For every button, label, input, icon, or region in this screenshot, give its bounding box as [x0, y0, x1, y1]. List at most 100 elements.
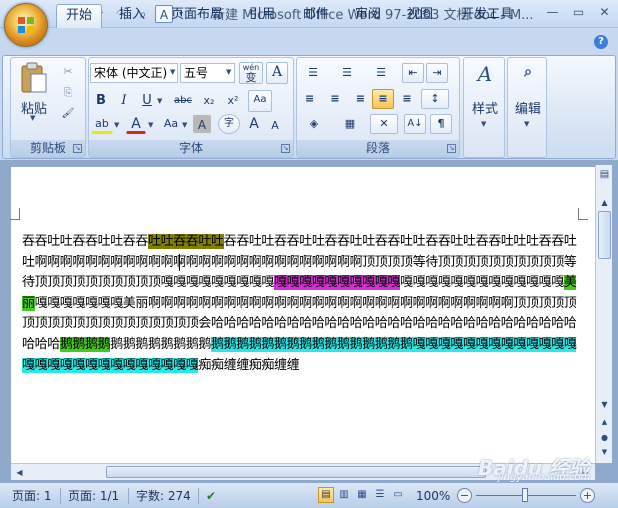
character-border-button[interactable]: A — [266, 62, 288, 84]
font-color-dropdown-icon[interactable]: ▼ — [148, 121, 153, 129]
bold-button[interactable]: B — [91, 91, 111, 111]
scroll-left-icon[interactable]: ◀ — [12, 465, 27, 480]
font-name-value: 宋体 (中文正) — [94, 66, 168, 80]
office-button[interactable] — [4, 3, 48, 47]
change-case-button[interactable]: Aa — [158, 114, 184, 134]
print-layout-view-icon[interactable]: ▤ — [318, 487, 334, 503]
strikethrough-button[interactable]: abc — [170, 91, 196, 111]
previous-page-icon[interactable]: ▲ — [597, 415, 612, 430]
highlighted-text-green[interactable]: 鹅鹅鹅鹅 — [59, 336, 111, 352]
shrink-font-button[interactable]: A — [266, 116, 284, 136]
align-center-button[interactable]: ≡ — [324, 89, 346, 109]
tab-review[interactable]: 审阅 — [346, 4, 390, 28]
body-text-run[interactable]: 嘎嘎嘎嘎嘎嘎嘎嘎嘎嘎嘎嘎嘎 — [400, 275, 564, 290]
borders-button[interactable]: ▦ — [336, 114, 364, 134]
ribbon-tabs — [0, 28, 618, 56]
horizontal-scroll-thumb[interactable] — [106, 466, 486, 478]
tab-view[interactable]: 视图 — [398, 4, 442, 28]
tab-mailings[interactable]: 邮件 — [294, 4, 338, 28]
font-name-combo[interactable]: 宋体 (中文正) — [90, 63, 178, 83]
status-page[interactable]: 页面: 1 — [12, 487, 52, 505]
draft-view-icon[interactable]: ▭ — [390, 487, 406, 503]
copy-icon[interactable]: ⎘ — [58, 83, 78, 103]
shading-button[interactable]: ◈ — [300, 114, 328, 134]
scroll-down-icon[interactable]: ▼ — [597, 397, 612, 412]
font-group-label: 字体 — [89, 140, 293, 157]
tab-home[interactable]: 开始 — [56, 4, 102, 28]
increase-indent-button[interactable]: ⇥ — [426, 63, 448, 83]
phonetic-guide-button[interactable]: wén 变 — [239, 62, 263, 84]
status-pages[interactable]: 页面: 1/1 — [68, 487, 119, 505]
clipboard-launcher-icon[interactable]: ↘ — [73, 144, 82, 153]
font-color-button[interactable]: A — [126, 114, 146, 134]
justify-button[interactable]: ≡ — [372, 89, 394, 109]
close-button[interactable]: ✕ — [592, 2, 617, 22]
superscript-button[interactable]: x² — [222, 91, 244, 111]
numbering-button[interactable]: ☰ — [334, 63, 360, 83]
body-text-run[interactable]: 鹅鹅鹅鹅鹅鹅鹅鹅 — [110, 337, 211, 352]
vertical-scrollbar[interactable]: ▤ ▲ ▼ ▲ ● ▼ — [595, 165, 612, 463]
styles-group[interactable]: A 样式 ▼ — [463, 57, 505, 158]
vertical-scroll-thumb[interactable] — [598, 211, 611, 259]
italic-button[interactable]: I — [114, 91, 134, 111]
paragraph-group-label: 段落 — [297, 140, 459, 157]
highlighted-text-olive[interactable]: 吐吐吞吞吐吐 — [148, 234, 224, 249]
status-word-count[interactable]: 字数: 274 — [136, 487, 191, 505]
body-text-run[interactable]: 痴痴缠缠痴痴缠缠 — [198, 358, 299, 373]
select-browse-object-icon[interactable]: ● — [597, 430, 612, 445]
document-body-text[interactable]: 吞吞吐吐吞吞吐吐吞吞吐吐吞吞吐吐吞吞吐吐吞吞吐吐吞吞吐吐吞吞吐吐吞吞吐吐吞吞吐吐… — [22, 232, 578, 376]
bullets-button[interactable]: ☰ — [300, 63, 326, 83]
ruler-toggle-icon[interactable]: ▤ — [597, 167, 612, 182]
body-text-run[interactable]: 吞吞吐吐吞吞吐吐吞吞 — [22, 234, 148, 249]
scroll-up-icon[interactable]: ▲ — [597, 195, 612, 210]
font-size-dropdown-icon[interactable]: ▼ — [226, 68, 231, 76]
cut-icon[interactable]: ✂ — [58, 62, 78, 82]
grow-font-button[interactable]: A — [244, 114, 264, 134]
paste-dropdown-icon[interactable]: ▼ — [30, 114, 35, 122]
text-highlight-button[interactable]: ab — [91, 114, 113, 134]
font-launcher-icon[interactable]: ↘ — [281, 144, 290, 153]
zoom-level[interactable]: 100% — [416, 487, 450, 505]
web-layout-view-icon[interactable]: ▦ — [354, 487, 370, 503]
tab-insert[interactable]: 插入 — [110, 4, 154, 28]
asian-layout-button[interactable]: ✕ — [370, 114, 398, 134]
restore-button[interactable]: ▭ — [566, 2, 591, 22]
editing-dropdown-icon[interactable]: ▼ — [524, 120, 529, 128]
paragraph-launcher-icon[interactable]: ↘ — [447, 144, 456, 153]
format-painter-icon[interactable]: 🖌 — [58, 104, 78, 124]
baidu-watermark-url: jingyan.baidu.com — [498, 472, 591, 483]
status-separator — [128, 488, 129, 504]
body-text-run[interactable]: 顶嘎嘎嘎嘎嘎嘎嘎嘎嘎 — [148, 275, 274, 290]
decrease-indent-button[interactable]: ⇤ — [402, 63, 424, 83]
multilevel-list-button[interactable]: ☰ — [368, 63, 394, 83]
editing-group[interactable]: ⌕ 编辑 ▼ — [507, 57, 547, 158]
font-name-dropdown-icon[interactable]: ▼ — [170, 68, 175, 76]
line-spacing-button[interactable]: ↕ — [421, 89, 449, 109]
full-screen-reading-view-icon[interactable]: ▥ — [336, 487, 352, 503]
zoom-out-button[interactable]: − — [457, 488, 472, 503]
clear-formatting-button[interactable]: Aa — [248, 90, 272, 112]
proofing-status-icon[interactable]: ✔ — [206, 487, 216, 505]
tab-developer[interactable]: 开发工具 — [456, 4, 518, 28]
highlight-dropdown-icon[interactable]: ▼ — [114, 121, 119, 129]
tab-page-layout[interactable]: 页面布局 — [166, 4, 228, 28]
align-left-button[interactable]: ≡ — [300, 89, 322, 109]
underline-button[interactable]: U — [138, 91, 156, 111]
paste-button[interactable]: 粘贴 ▼ — [16, 60, 52, 122]
help-icon[interactable]: ? — [594, 35, 608, 49]
change-case-dropdown-icon[interactable]: ▼ — [182, 121, 187, 129]
sort-button[interactable]: A↓ — [404, 114, 426, 134]
underline-dropdown-icon[interactable]: ▼ — [157, 97, 162, 105]
align-right-button[interactable]: ≡ — [348, 89, 370, 109]
distributed-button[interactable]: ≡ — [396, 89, 418, 109]
show-formatting-marks-button[interactable]: ¶ — [430, 114, 452, 134]
enclose-characters-button[interactable]: 字 — [218, 114, 240, 134]
tab-references[interactable]: 引用 — [240, 4, 284, 28]
character-shading-button[interactable]: A — [193, 115, 211, 133]
highlighted-text-magenta[interactable]: 嘎嘎嘎嘎嘎嘎嘎嘎嘎嘎 — [274, 275, 400, 291]
subscript-button[interactable]: x₂ — [198, 91, 220, 111]
editing-label: 编辑 — [514, 102, 541, 117]
minimize-button[interactable]: — — [540, 2, 565, 22]
styles-dropdown-icon[interactable]: ▼ — [481, 120, 486, 128]
outline-view-icon[interactable]: ☰ — [372, 487, 388, 503]
